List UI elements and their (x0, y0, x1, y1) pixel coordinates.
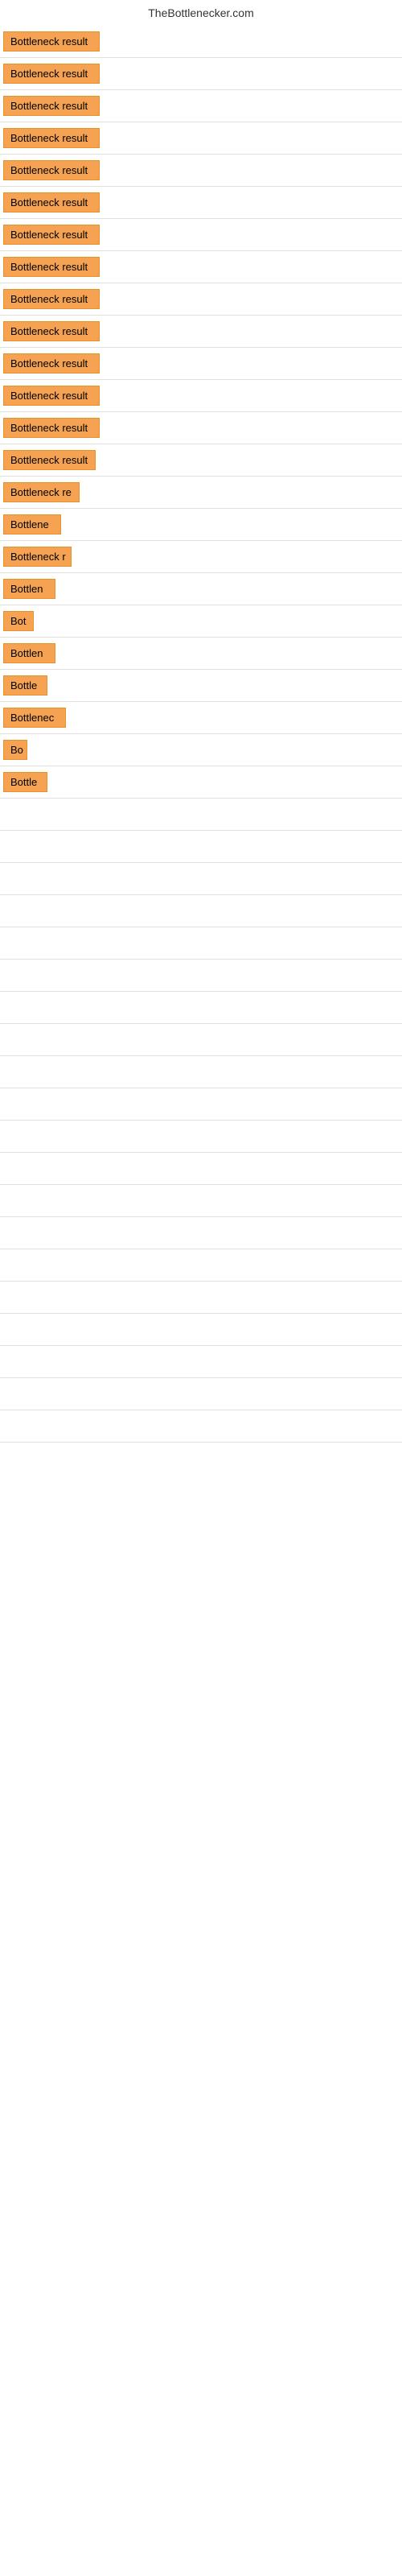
list-item: Bottleneck result (0, 316, 402, 348)
list-item: Bottleneck result (0, 380, 402, 412)
list-item: Bottleneck result (0, 412, 402, 444)
empty-row (0, 831, 402, 863)
bottleneck-result-badge[interactable]: Bottleneck result (3, 31, 100, 52)
empty-row (0, 960, 402, 992)
empty-row (0, 1314, 402, 1346)
empty-row (0, 927, 402, 960)
empty-row (0, 1282, 402, 1314)
empty-row (0, 1346, 402, 1378)
bottleneck-result-badge[interactable]: Bottleneck result (3, 96, 100, 116)
bottleneck-result-badge[interactable]: Bottleneck result (3, 192, 100, 213)
empty-row (0, 895, 402, 927)
bottleneck-result-badge[interactable]: Bottleneck result (3, 64, 100, 84)
list-item: Bottlenec (0, 702, 402, 734)
page-wrapper: TheBottlenecker.com Bottleneck resultBot… (0, 0, 402, 1443)
site-title: TheBottlenecker.com (0, 0, 402, 26)
list-item: Bottle (0, 670, 402, 702)
empty-row (0, 1410, 402, 1443)
bottleneck-result-badge[interactable]: Bot (3, 611, 34, 631)
empty-row (0, 1153, 402, 1185)
list-item: Bottleneck result (0, 155, 402, 187)
empty-row (0, 799, 402, 831)
list-item: Bottleneck result (0, 219, 402, 251)
list-item: Bottleneck result (0, 348, 402, 380)
bottleneck-result-badge[interactable]: Bottleneck result (3, 128, 100, 148)
bottleneck-result-badge[interactable]: Bottleneck result (3, 450, 96, 470)
bottleneck-result-badge[interactable]: Bottleneck result (3, 257, 100, 277)
list-item: Bottleneck result (0, 187, 402, 219)
empty-row (0, 1378, 402, 1410)
bottleneck-result-badge[interactable]: Bottleneck result (3, 225, 100, 245)
list-item: Bottleneck result (0, 58, 402, 90)
empty-row (0, 992, 402, 1024)
bottleneck-result-badge[interactable]: Bottle (3, 772, 47, 792)
list-item: Bottlen (0, 638, 402, 670)
bottleneck-result-badge[interactable]: Bo (3, 740, 27, 760)
bottleneck-result-badge[interactable]: Bottleneck re (3, 482, 80, 502)
bottleneck-result-badge[interactable]: Bottleneck result (3, 289, 100, 309)
list-item: Bottleneck result (0, 251, 402, 283)
empty-row (0, 1249, 402, 1282)
empty-row (0, 1024, 402, 1056)
empty-row (0, 1056, 402, 1088)
bottleneck-result-badge[interactable]: Bottleneck result (3, 160, 100, 180)
list-item: Bottleneck result (0, 90, 402, 122)
list-item: Bottle (0, 766, 402, 799)
bottleneck-result-badge[interactable]: Bottlene (3, 514, 61, 535)
bottleneck-result-badge[interactable]: Bottlenec (3, 708, 66, 728)
empty-row (0, 863, 402, 895)
list-item: Bottleneck result (0, 26, 402, 58)
list-item: Bottlene (0, 509, 402, 541)
bottleneck-result-badge[interactable]: Bottleneck result (3, 321, 100, 341)
list-item: Bottleneck result (0, 283, 402, 316)
list-item: Bottleneck r (0, 541, 402, 573)
rows-container: Bottleneck result Bottleneck result Bottle… (0, 26, 402, 1443)
bottleneck-result-badge[interactable]: Bottleneck result (3, 353, 100, 374)
list-item: Bottleneck result (0, 122, 402, 155)
bottleneck-result-badge[interactable]: Bottle (3, 675, 47, 696)
empty-row (0, 1088, 402, 1121)
list-item: Bottlen (0, 573, 402, 605)
empty-row (0, 1185, 402, 1217)
bottleneck-result-badge[interactable]: Bottlen (3, 579, 55, 599)
empty-row (0, 1121, 402, 1153)
bottleneck-result-badge[interactable]: Bottleneck r (3, 547, 72, 567)
bottleneck-result-badge[interactable]: Bottleneck result (3, 418, 100, 438)
empty-row (0, 1217, 402, 1249)
bottleneck-result-badge[interactable]: Bottleneck result (3, 386, 100, 406)
list-item: Bottleneck re (0, 477, 402, 509)
bottleneck-result-badge[interactable]: Bottlen (3, 643, 55, 663)
list-item: Bottleneck result (0, 444, 402, 477)
list-item: Bot (0, 605, 402, 638)
list-item: Bo (0, 734, 402, 766)
